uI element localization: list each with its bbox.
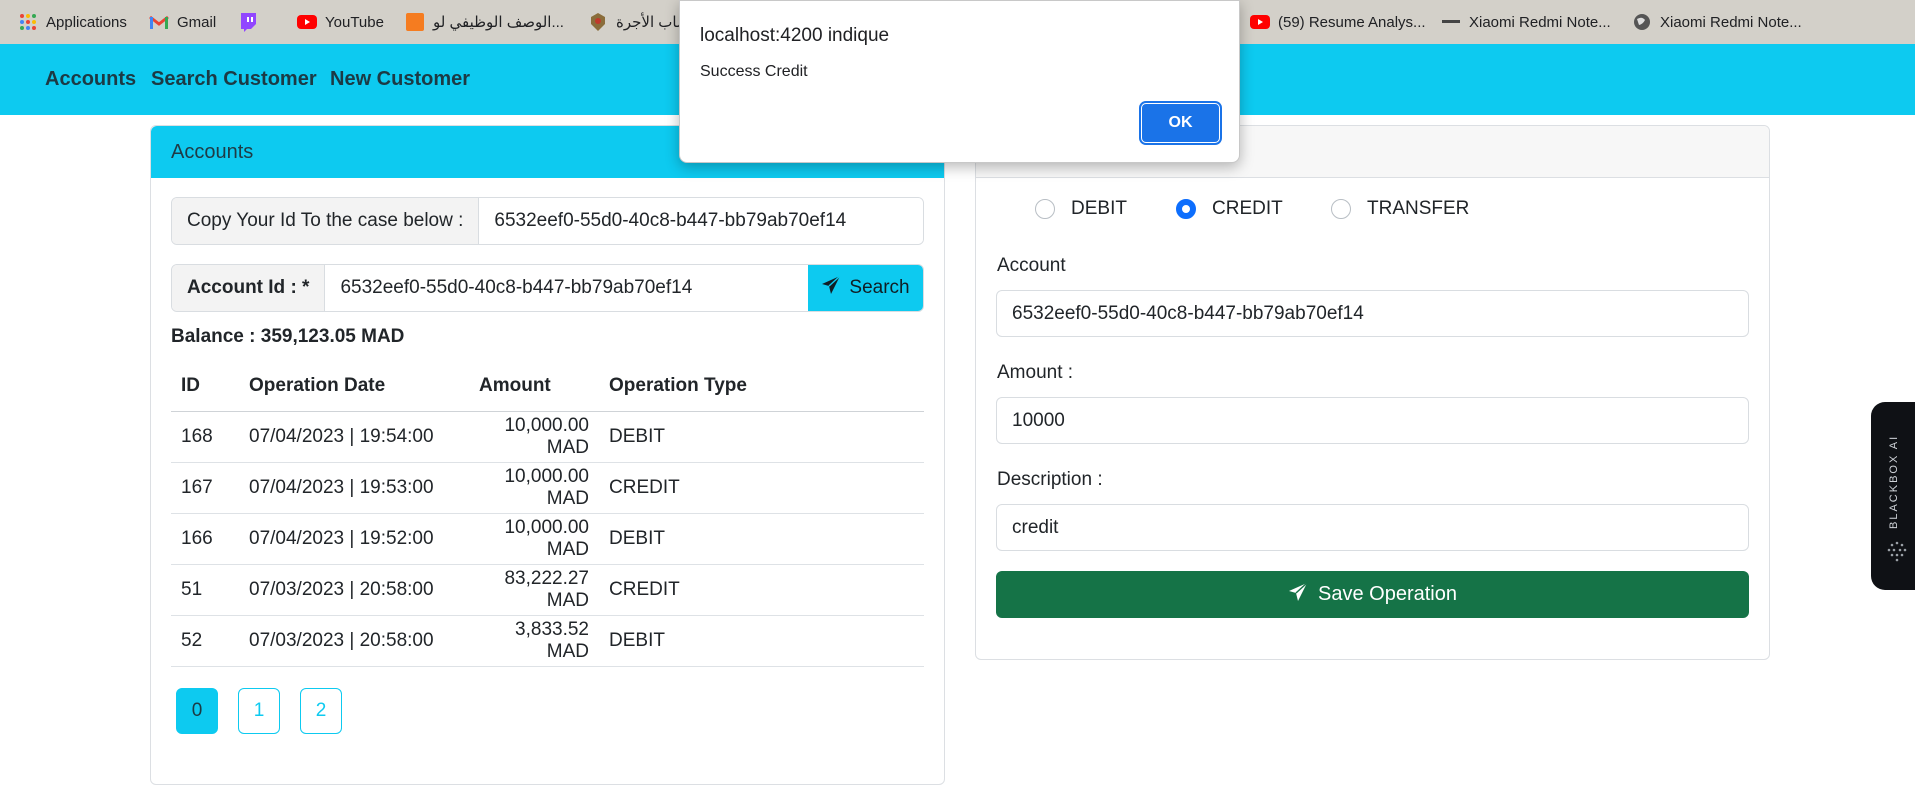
- bookmark-youtube[interactable]: YouTube: [297, 0, 384, 44]
- dialog-ok-button[interactable]: OK: [1139, 101, 1222, 145]
- search-button-label: Search: [849, 277, 910, 298]
- page-button-0[interactable]: 0: [176, 688, 218, 734]
- account-id-input[interactable]: 6532eef0-55d0-40c8-b447-bb79ab70ef14: [325, 265, 808, 311]
- cell-amount: 10,000.00 MAD: [469, 462, 599, 514]
- page-button-1[interactable]: 1: [238, 688, 280, 734]
- cell-date: 07/04/2023 | 19:52:00: [239, 513, 469, 565]
- cell-type: CREDIT: [599, 462, 924, 514]
- emblem-icon: [588, 12, 608, 32]
- col-amount: Amount: [469, 362, 599, 412]
- radio-credit[interactable]: CREDIT: [1176, 198, 1283, 220]
- bookmark-resume[interactable]: (59) Resume Analys...: [1250, 0, 1426, 44]
- radio-credit-circle[interactable]: [1176, 199, 1196, 219]
- radio-debit-circle[interactable]: [1035, 199, 1055, 219]
- radio-debit[interactable]: DEBIT: [1035, 198, 1127, 220]
- account-label: Account: [997, 255, 1066, 276]
- bookmark-label: (59) Resume Analys...: [1278, 13, 1426, 31]
- cell-date: 07/03/2023 | 20:58:00: [239, 564, 469, 616]
- bookmark-twitch[interactable]: [238, 0, 258, 44]
- radio-credit-label: CREDIT: [1212, 198, 1283, 219]
- send-icon: [1288, 581, 1308, 608]
- cell-id: 166: [171, 513, 239, 565]
- description-label: Description :: [997, 469, 1103, 490]
- copy-id-group: Copy Your Id To the case below : 6532eef…: [171, 197, 924, 245]
- bookmark-label: Gmail: [177, 13, 217, 31]
- nav-search-customer[interactable]: Search Customer: [151, 68, 317, 91]
- table-row: 168 07/04/2023 | 19:54:00 10,000.00 MAD …: [171, 411, 924, 463]
- col-id: ID: [171, 362, 239, 412]
- bookmark-label: Applications: [46, 13, 127, 31]
- bookmark-emblem[interactable]: ساب الأجرة: [588, 0, 690, 44]
- cell-date: 07/04/2023 | 19:54:00: [239, 411, 469, 463]
- copy-id-input[interactable]: 6532eef0-55d0-40c8-b447-bb79ab70ef14: [479, 198, 923, 244]
- col-operation-type: Operation Type: [599, 362, 924, 412]
- youtube-icon: [1250, 12, 1270, 32]
- bookmark-label: Xiaomi Redmi Note...: [1469, 13, 1611, 31]
- save-operation-label: Save Operation: [1318, 583, 1457, 605]
- cell-id: 52: [171, 615, 239, 667]
- bookmark-applications[interactable]: Applications: [18, 0, 127, 44]
- bookmark-gmail[interactable]: Gmail: [149, 0, 216, 44]
- cell-type: DEBIT: [599, 615, 924, 667]
- save-operation-button[interactable]: Save Operation: [996, 571, 1749, 618]
- gmail-icon: [149, 12, 169, 32]
- alert-dialog: localhost:4200 indique Success Credit OK: [679, 0, 1240, 163]
- blackbox-widget[interactable]: BLACKBOX AI: [1871, 402, 1915, 590]
- search-button[interactable]: Search: [808, 265, 923, 311]
- cell-date: 07/03/2023 | 20:58:00: [239, 615, 469, 667]
- bookmark-xiaomi-1[interactable]: Xiaomi Redmi Note...: [1441, 0, 1611, 44]
- account-field[interactable]: 6532eef0-55d0-40c8-b447-bb79ab70ef14: [996, 290, 1749, 337]
- youtube-icon: [297, 12, 317, 32]
- table-row: 52 07/03/2023 | 20:58:00 3,833.52 MAD DE…: [171, 615, 924, 667]
- bookmark-label: YouTube: [325, 13, 384, 31]
- bookmark-bayt[interactable]: الوصف الوظيفي لو...: [405, 0, 564, 44]
- radio-debit-label: DEBIT: [1071, 198, 1127, 219]
- operations-table: ID Operation Date Amount Operation Type …: [171, 362, 924, 667]
- twitch-icon: [238, 12, 258, 32]
- account-id-group: Account Id : * 6532eef0-55d0-40c8-b447-b…: [171, 264, 924, 312]
- radio-transfer-label: TRANSFER: [1367, 198, 1470, 219]
- dialog-title: localhost:4200 indique: [700, 25, 890, 46]
- table-row: 51 07/03/2023 | 20:58:00 83,222.27 MAD C…: [171, 564, 924, 616]
- balance-text: Balance : 359,123.05 MAD: [171, 326, 405, 347]
- pagination: 0 1 2: [176, 688, 342, 734]
- table-row: 167 07/04/2023 | 19:53:00 10,000.00 MAD …: [171, 462, 924, 514]
- copy-id-label: Copy Your Id To the case below :: [172, 198, 480, 244]
- cell-date: 07/04/2023 | 19:53:00: [239, 462, 469, 514]
- col-operation-date: Operation Date: [239, 362, 469, 412]
- bookmark-label: Xiaomi Redmi Note...: [1660, 13, 1802, 31]
- cell-amount: 10,000.00 MAD: [469, 411, 599, 463]
- page-button-2[interactable]: 2: [300, 688, 342, 734]
- table-header-row: ID Operation Date Amount Operation Type: [171, 362, 924, 412]
- globe-icon: [1632, 12, 1652, 32]
- amount-field[interactable]: 10000: [996, 397, 1749, 444]
- account-id-label: Account Id : *: [172, 265, 326, 311]
- apps-grid-icon: [18, 12, 38, 32]
- cell-amount: 83,222.27 MAD: [469, 564, 599, 616]
- bookmark-label: الوصف الوظيفي لو...: [433, 14, 564, 31]
- cell-type: CREDIT: [599, 564, 924, 616]
- cell-type: DEBIT: [599, 411, 924, 463]
- dialog-message: Success Credit: [700, 63, 808, 80]
- cell-amount: 3,833.52 MAD: [469, 615, 599, 667]
- description-field[interactable]: credit: [996, 504, 1749, 551]
- cell-id: 167: [171, 462, 239, 514]
- cell-type: DEBIT: [599, 513, 924, 565]
- nav-new-customer[interactable]: New Customer: [330, 68, 470, 91]
- radio-transfer[interactable]: TRANSFER: [1331, 198, 1469, 220]
- amount-label: Amount :: [997, 362, 1074, 383]
- cell-id: 51: [171, 564, 239, 616]
- cell-id: 168: [171, 411, 239, 463]
- cell-amount: 10,000.00 MAD: [469, 513, 599, 565]
- radio-transfer-circle[interactable]: [1331, 199, 1351, 219]
- dash-icon: [1441, 12, 1461, 32]
- nav-accounts[interactable]: Accounts: [45, 68, 136, 91]
- bayt-icon: [405, 12, 425, 32]
- blackbox-logo-icon: [1886, 540, 1908, 562]
- table-row: 166 07/04/2023 | 19:52:00 10,000.00 MAD …: [171, 513, 924, 565]
- blackbox-label: BLACKBOX AI: [1888, 434, 1900, 530]
- send-icon: [821, 275, 841, 301]
- bookmark-xiaomi-2[interactable]: Xiaomi Redmi Note...: [1632, 0, 1802, 44]
